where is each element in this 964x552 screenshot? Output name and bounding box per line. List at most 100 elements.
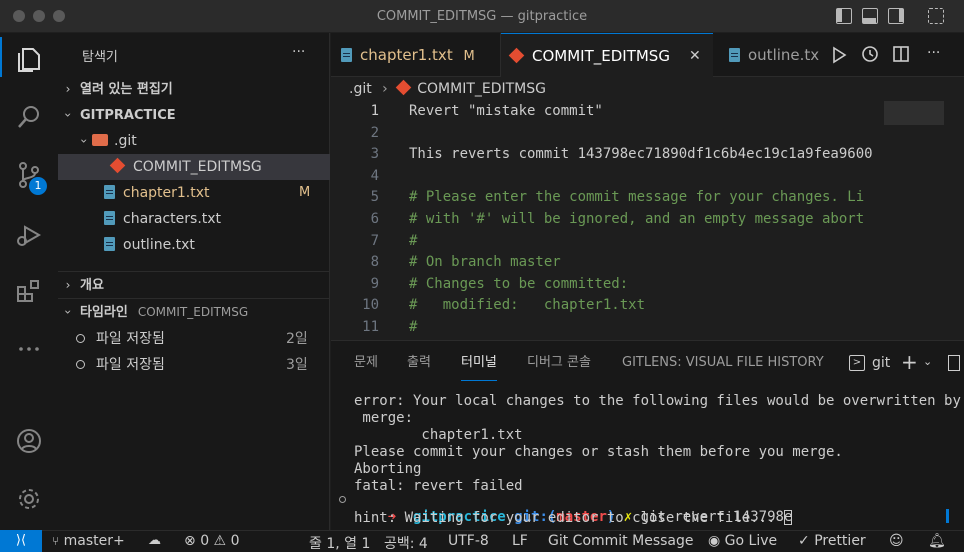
window-title: COMMIT_EDITMSG — gitpractice (376, 9, 588, 24)
code-line: # On branch master (409, 254, 561, 271)
line-number: 4 (370, 167, 379, 184)
tab-terminal[interactable]: 터미널 (461, 341, 497, 381)
check-icon: ✓ (798, 533, 810, 549)
minimap[interactable] (884, 101, 944, 125)
tree-item-git-folder[interactable]: › .git (58, 128, 330, 154)
terminal-icon: > (849, 355, 865, 371)
sidebar-more-button[interactable]: ··· (292, 44, 305, 60)
cursor-position[interactable]: 줄 1, 열 1 (309, 533, 370, 552)
tab-outline[interactable]: outline.tx (719, 33, 819, 77)
activity-bar: 1 (0, 33, 58, 530)
line-number: 8 (370, 254, 379, 271)
close-tab-button[interactable]: ✕ (689, 34, 701, 78)
indentation[interactable]: 공백: 4 (384, 533, 428, 552)
remote-icon[interactable]: ⟩⟨ (0, 530, 42, 552)
extensions-icon[interactable] (13, 275, 45, 307)
chevron-down-icon: › (61, 309, 75, 315)
terminal-line: fatal: revert failed (354, 478, 523, 494)
active-indicator (0, 37, 2, 77)
outline-section[interactable]: › 개요 (58, 271, 330, 297)
chevron-down-icon: › (77, 138, 91, 144)
tab-chapter1[interactable]: chapter1.txt M (331, 33, 501, 77)
terminal-line: Aborting (354, 461, 422, 477)
terminal-line: Please commit your changes or stash them… (354, 444, 843, 460)
toggle-secondary-sidebar-icon[interactable] (888, 8, 904, 24)
breadcrumb-file[interactable]: COMMIT_EDITMSG (417, 81, 546, 97)
toggle-panel-icon[interactable] (862, 8, 878, 24)
git-file-icon (395, 79, 412, 96)
title-bar: COMMIT_EDITMSG — gitpractice (0, 0, 964, 33)
editor-tabs: chapter1.txt M COMMIT_EDITMSG ✕ outline.… (331, 33, 964, 78)
feedback-icon[interactable]: ☺ (889, 533, 904, 549)
timeline-item[interactable]: 파일 저장됨 3일 (58, 352, 330, 378)
line-number: 5 (370, 189, 379, 206)
go-live-button[interactable]: ◉ Go Live (708, 533, 777, 549)
split-editor-icon[interactable] (892, 45, 910, 63)
problems-indicator[interactable]: ⊗ 0 ⚠ 0 (184, 533, 239, 549)
scroll-marker (946, 509, 949, 523)
cursor (783, 510, 792, 525)
tab-output[interactable]: 출력 (407, 341, 431, 385)
circle-icon (76, 334, 85, 343)
chevron-down-icon[interactable]: ⌄ (923, 355, 932, 368)
line-number: 10 (362, 297, 379, 314)
customize-layout-icon[interactable] (928, 8, 944, 24)
terminal-hint: hint: Waiting for your editor to close t… (354, 510, 792, 526)
circle-icon (339, 496, 346, 503)
open-editors-section[interactable]: › 열려 있는 편집기 (58, 76, 330, 102)
timeline-section[interactable]: › 타임라인 COMMIT_EDITMSG (58, 298, 330, 324)
chevron-down-icon: › (61, 112, 75, 118)
tab-debug-console[interactable]: 디버그 콘솔 (527, 341, 591, 385)
sync-icon[interactable]: ☁ (148, 533, 161, 548)
modified-badge: M (299, 185, 311, 200)
notifications-bell-icon[interactable]: 🔔︎ (928, 533, 946, 549)
tab-problems[interactable]: 문제 (354, 341, 378, 385)
scm-badge: 1 (29, 177, 47, 195)
terminal-line: chapter1.txt (354, 427, 523, 443)
line-number: 7 (370, 232, 379, 249)
circle-icon (76, 360, 85, 369)
toggle-sidebar-icon[interactable] (836, 8, 852, 24)
line-number: 9 (370, 275, 379, 292)
branch-icon: ⑂ (52, 534, 60, 548)
code-line: # Please enter the commit message for yo… (409, 189, 865, 206)
split-terminal-icon[interactable] (948, 355, 960, 371)
tab-commit-editmsg[interactable]: COMMIT_EDITMSG ✕ (501, 33, 713, 78)
tree-item-commit-editmsg[interactable]: COMMIT_EDITMSG (58, 154, 330, 180)
run-debug-icon[interactable] (13, 219, 45, 251)
line-ending[interactable]: LF (512, 533, 528, 549)
editor-more-icon[interactable]: ··· (927, 45, 940, 61)
prettier-button[interactable]: ✓ Prettier (798, 533, 866, 549)
tree-item-chapter1[interactable]: chapter1.txt M (58, 180, 330, 206)
run-icon[interactable] (831, 46, 847, 64)
explorer-sidebar: 탐색기 ··· › 열려 있는 편집기 › GITPRACTICE › .git CO… (58, 33, 330, 530)
breadcrumb-folder[interactable]: .git (349, 81, 372, 97)
terminal-name[interactable]: git (872, 341, 890, 385)
history-icon[interactable] (861, 45, 879, 63)
line-number: 1 (370, 103, 379, 119)
sidebar-title: 탐색기 (82, 50, 118, 65)
search-icon[interactable] (13, 101, 45, 133)
terminal-line: error: Your local changes to the followi… (354, 393, 961, 409)
branch-indicator[interactable]: ⑂ master+ (52, 533, 125, 549)
explorer-icon[interactable] (13, 43, 45, 75)
code-line: # modified: chapter1.txt (409, 297, 646, 314)
code-line: # Changes to be committed: (409, 275, 629, 292)
tab-gitlens-history[interactable]: GITLENS: VISUAL FILE HISTORY (622, 341, 824, 385)
code-line: # with '#' will be ignored, and an empty… (409, 211, 865, 227)
code-editor[interactable]: 1 Revert "mistake commit" 2 3 This reverts c… (331, 101, 964, 339)
language-mode[interactable]: Git Commit Message (548, 533, 693, 549)
tree-item-outline[interactable]: outline.txt (58, 232, 330, 258)
new-terminal-icon[interactable]: + (901, 350, 918, 374)
accounts-icon[interactable] (13, 425, 45, 457)
code-line: # (409, 232, 418, 249)
code-line: Revert "mistake commit" (409, 103, 603, 119)
more-views-icon[interactable] (13, 333, 45, 365)
timeline-item[interactable]: 파일 저장됨 2일 (58, 326, 330, 352)
git-file-icon (109, 157, 126, 174)
encoding[interactable]: UTF-8 (448, 533, 489, 549)
workspace-section[interactable]: › GITPRACTICE (58, 102, 330, 128)
tree-item-characters[interactable]: characters.txt (58, 206, 330, 232)
settings-gear-icon[interactable] (13, 483, 45, 515)
bottom-panel: 문제 출력 터미널 디버그 콘솔 GITLENS: VISUAL FILE HI… (331, 340, 964, 530)
